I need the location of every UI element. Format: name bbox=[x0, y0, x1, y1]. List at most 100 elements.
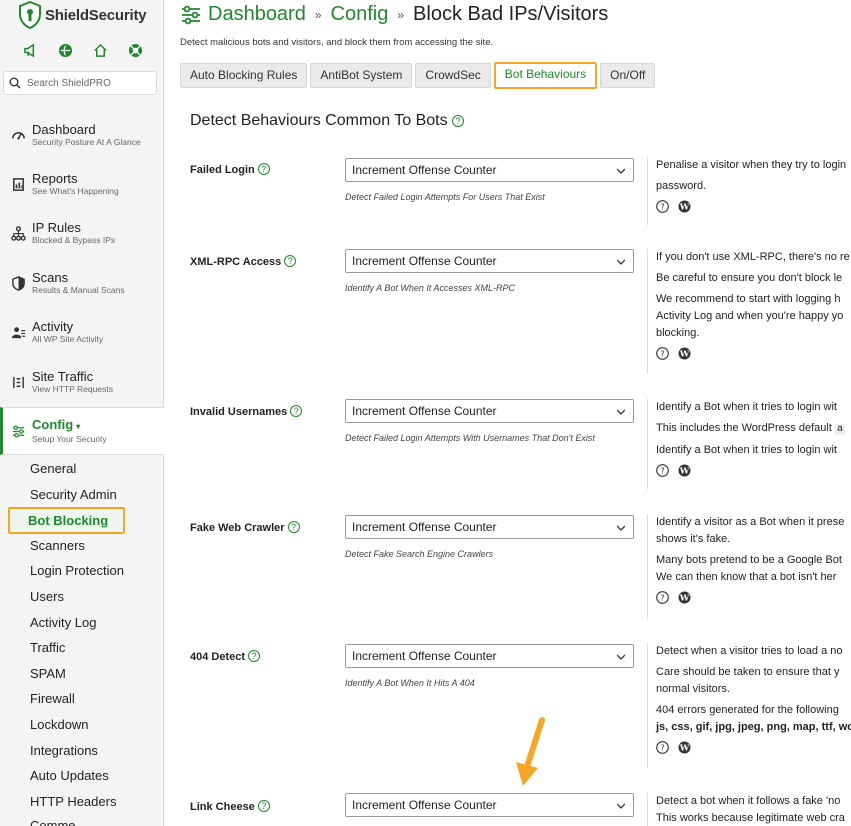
svg-text:?: ? bbox=[660, 744, 664, 753]
nav-sublabel: Security Posture At A Glance bbox=[32, 137, 141, 147]
subnav-lockdown[interactable]: Lockdown bbox=[30, 715, 89, 735]
help-icon[interactable]: ? bbox=[290, 405, 303, 417]
xml-rpc-select[interactable]: Increment Offense Counter bbox=[345, 249, 634, 273]
subnav-comments[interactable]: Comme... bbox=[30, 816, 86, 826]
link-cheese-select[interactable]: Increment Offense Counter bbox=[345, 793, 634, 817]
subnav-integrations[interactable]: Integrations bbox=[30, 741, 98, 761]
svg-text:W: W bbox=[679, 744, 690, 754]
tab-bot-behaviours[interactable]: Bot Behaviours bbox=[493, 62, 598, 89]
subnav-spam[interactable]: SPAM bbox=[30, 664, 66, 684]
tab-antibot-system[interactable]: AntiBot System bbox=[310, 63, 413, 88]
nav-sublabel: All WP Site Activity bbox=[32, 334, 104, 344]
nav-item-config[interactable]: Config ▾ Setup Your Security bbox=[0, 407, 164, 455]
wordpress-icon[interactable]: W bbox=[678, 200, 691, 213]
subnav-login-protection[interactable]: Login Protection bbox=[30, 561, 124, 581]
search-box[interactable] bbox=[3, 71, 157, 95]
nav-sublabel: Setup Your Security bbox=[32, 434, 107, 444]
subnav-scanners[interactable]: Scanners bbox=[30, 536, 85, 556]
section-title-text: Detect Behaviours Common To Bots bbox=[190, 112, 448, 129]
option-description: Penalise a visitor when they try to logi… bbox=[647, 157, 851, 225]
subnav-http-headers[interactable]: HTTP Headers bbox=[30, 792, 116, 812]
nav-item-dashboard[interactable]: Dashboard Security Posture At A Glance bbox=[0, 113, 164, 157]
nav-item-site-traffic[interactable]: Site Traffic View HTTP Requests bbox=[0, 360, 164, 404]
option-label: XML-RPC Access? bbox=[190, 255, 297, 268]
nav-sublabel: See What's Happening bbox=[32, 186, 119, 196]
nav-sublabel: Results & Manual Scans bbox=[32, 285, 125, 295]
option-description: Identify a Bot when it tries to login wi… bbox=[647, 399, 851, 489]
help-icon[interactable]: ? bbox=[257, 163, 270, 175]
help-icon[interactable]: ? bbox=[284, 255, 297, 267]
breadcrumb-separator: » bbox=[314, 7, 322, 22]
nav-label: IP Rules bbox=[32, 220, 81, 235]
fake-web-crawler-select[interactable]: Increment Offense Counter bbox=[345, 515, 634, 539]
failed-login-select[interactable]: Increment Offense Counter bbox=[345, 158, 634, 182]
help-circle-icon[interactable]: ? bbox=[656, 591, 669, 604]
option-description: Identify a visitor as a Bot when it pres… bbox=[647, 514, 851, 619]
invalid-usernames-select[interactable]: Increment Offense Counter bbox=[345, 399, 634, 423]
chevron-down-icon: ▾ bbox=[76, 422, 81, 431]
svg-text:?: ? bbox=[660, 350, 664, 359]
option-description: Detect a bot when it follows a fake 'no T… bbox=[647, 793, 851, 826]
nav-item-scans[interactable]: Scans Results & Manual Scans bbox=[0, 261, 164, 305]
tab-crowdsec[interactable]: CrowdSec bbox=[415, 63, 491, 88]
option-description: Detect when a visitor tries to load a no… bbox=[647, 643, 851, 768]
help-circle-icon[interactable]: ? bbox=[656, 200, 669, 213]
404-detect-select[interactable]: Increment Offense Counter bbox=[345, 644, 634, 668]
wordpress-icon[interactable]: W bbox=[678, 591, 691, 604]
nav-item-ip-rules[interactable]: IP Rules Blocked & Bypass IPs bbox=[0, 211, 164, 255]
subnav-users[interactable]: Users bbox=[30, 587, 64, 607]
svg-text:?: ? bbox=[660, 203, 664, 212]
home-icon[interactable] bbox=[92, 42, 108, 58]
wordpress-icon[interactable]: W bbox=[678, 464, 691, 477]
option-label: 404 Detect? bbox=[190, 650, 261, 663]
nav-item-activity[interactable]: Activity All WP Site Activity bbox=[0, 310, 164, 354]
help-circle-icon[interactable]: ? bbox=[656, 741, 669, 754]
tab-on-off[interactable]: On/Off bbox=[600, 63, 656, 88]
chevron-down-icon bbox=[617, 803, 625, 809]
help-icon[interactable]: ? bbox=[257, 800, 270, 812]
nav-item-reports[interactable]: Reports See What's Happening bbox=[0, 162, 164, 206]
nav-label: Activity bbox=[32, 319, 74, 334]
help-icon[interactable]: ? bbox=[452, 114, 465, 127]
megaphone-icon[interactable] bbox=[22, 42, 38, 58]
wordpress-icon[interactable]: W bbox=[678, 741, 691, 754]
help-circle-icon[interactable]: ? bbox=[656, 464, 669, 477]
tab-bar: Auto Blocking Rules AntiBot System Crowd… bbox=[180, 62, 656, 89]
option-label: Failed Login? bbox=[190, 163, 270, 176]
help-circle-icon[interactable]: ? bbox=[656, 347, 669, 360]
subnav-security-admin[interactable]: Security Admin bbox=[30, 485, 117, 505]
subnav-firewall[interactable]: Firewall bbox=[30, 689, 75, 709]
option-description: If you don't use XML-RPC, there's no re B… bbox=[647, 249, 851, 374]
subnav-general[interactable]: General bbox=[30, 459, 76, 479]
globe-icon[interactable] bbox=[57, 42, 73, 58]
nav-sublabel: View HTTP Requests bbox=[32, 384, 113, 394]
support-icon[interactable] bbox=[127, 42, 143, 58]
quick-links bbox=[22, 42, 143, 58]
wordpress-icon[interactable]: W bbox=[678, 347, 691, 360]
option-hint: Identify A Bot When It Accesses XML-RPC bbox=[345, 283, 516, 293]
page-description: Detect malicious bots and visitors, and … bbox=[180, 37, 494, 48]
svg-text:W: W bbox=[679, 350, 690, 360]
option-hint: Detect Fake Search Engine Crawlers bbox=[345, 549, 494, 559]
subnav-auto-updates[interactable]: Auto Updates bbox=[30, 766, 109, 786]
shield-logo-icon bbox=[19, 1, 41, 29]
search-input[interactable] bbox=[27, 77, 155, 89]
subnav-activity-log[interactable]: Activity Log bbox=[30, 613, 96, 633]
brand-name: ShieldSecurity bbox=[45, 6, 147, 24]
svg-text:W: W bbox=[679, 467, 690, 477]
nav-sublabel: Blocked & Bypass IPs bbox=[32, 235, 116, 245]
code-snippet: a bbox=[834, 424, 845, 435]
chevron-down-icon bbox=[617, 168, 625, 174]
subnav-traffic[interactable]: Traffic bbox=[30, 638, 65, 658]
breadcrumb-config[interactable]: Config bbox=[331, 3, 389, 26]
breadcrumb-dashboard[interactable]: Dashboard bbox=[208, 3, 306, 26]
svg-text:?: ? bbox=[660, 467, 664, 476]
help-icon[interactable]: ? bbox=[248, 650, 261, 662]
tab-auto-blocking-rules[interactable]: Auto Blocking Rules bbox=[180, 63, 308, 88]
option-hint: Detect Failed Login Attempts With Userna… bbox=[345, 433, 595, 443]
main-content: Dashboard » Config » Block Bad IPs/Visit… bbox=[164, 0, 851, 826]
option-label: Link Cheese? bbox=[190, 800, 270, 813]
subnav-bot-blocking[interactable]: Bot Blocking bbox=[8, 507, 126, 534]
help-icon[interactable]: ? bbox=[287, 521, 300, 533]
brand-logo[interactable]: ShieldSecurity bbox=[18, 1, 147, 29]
